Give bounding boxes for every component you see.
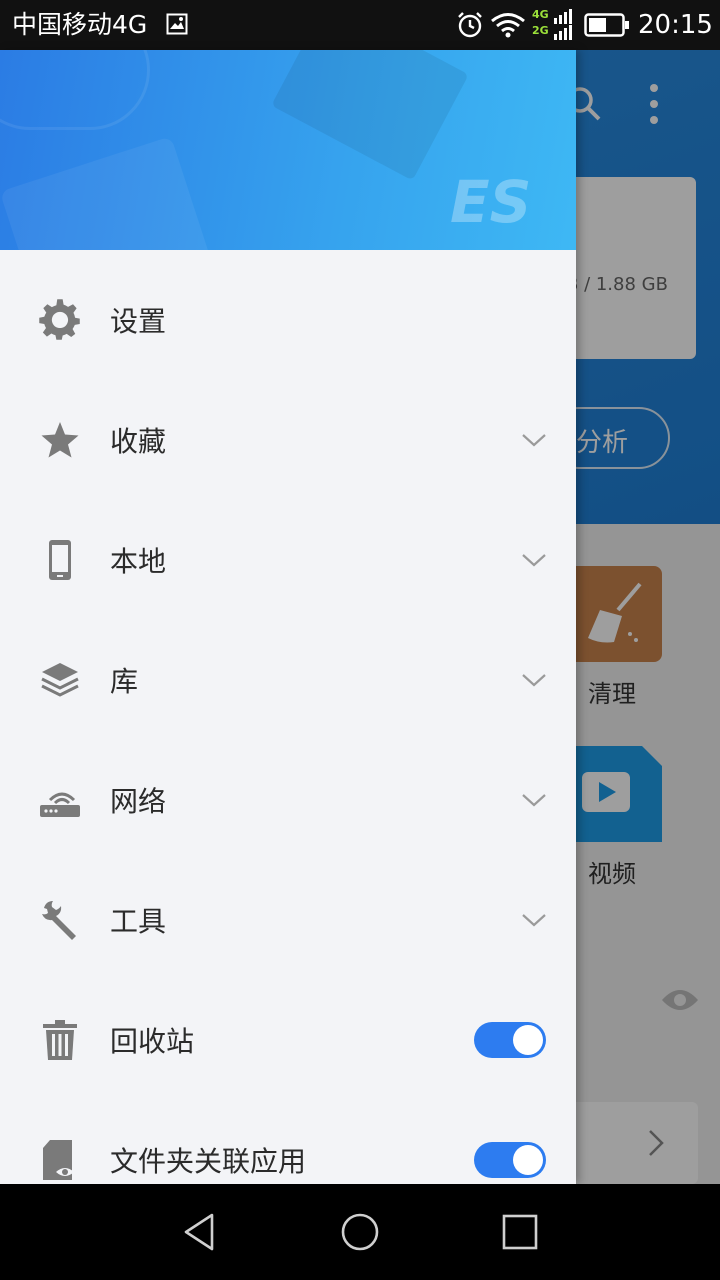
menu-item-label: 本地 [110, 545, 167, 578]
chevron-down-icon[interactable] [520, 791, 548, 809]
header-decoration [0, 50, 150, 130]
chevron-down-icon[interactable] [520, 671, 548, 689]
network-tag-2g: 2G [532, 24, 549, 37]
gear-icon [39, 299, 80, 340]
menu-item-folder-app-association[interactable]: 文件夹关联应用 [0, 1100, 576, 1184]
es-logo: ES [450, 168, 531, 232]
wifi-icon [491, 13, 525, 38]
toggle-knob [513, 1145, 543, 1175]
signal-icon: 4G 2G [532, 8, 572, 40]
back-icon[interactable] [180, 1212, 220, 1252]
clock: 20:15 [638, 10, 713, 40]
menu-item-label: 设置 [110, 305, 167, 338]
image-notification-icon [166, 13, 188, 35]
header-decoration [0, 136, 221, 250]
battery-icon [584, 13, 629, 37]
router-icon [40, 792, 80, 817]
star-icon [41, 422, 79, 458]
menu-item-settings[interactable]: 设置 [0, 260, 576, 380]
menu-item-network[interactable]: 网络 [0, 740, 576, 860]
menu-item-label: 回收站 [110, 1025, 195, 1058]
navigation-drawer: ES 设置 收藏 本地 库 网络 工具 回收站 文件夹关联应用 [0, 50, 576, 1184]
menu-item-library[interactable]: 库 [0, 620, 576, 740]
menu-item-recycle-bin[interactable]: 回收站 [0, 980, 576, 1100]
recycle-bin-toggle[interactable] [474, 1022, 546, 1058]
status-bar: 中国移动4G 4G 2G 20:15 [0, 0, 720, 50]
menu-item-label: 库 [110, 665, 139, 698]
wrench-icon [42, 901, 76, 940]
system-navigation-bar [0, 1184, 720, 1280]
menu-item-label: 收藏 [110, 425, 167, 458]
logo-text: ES [450, 168, 531, 232]
network-tag-4g: 4G [532, 8, 549, 21]
drawer-header: ES [0, 50, 576, 250]
header-decoration [271, 50, 469, 181]
layers-icon [41, 663, 79, 697]
chevron-down-icon[interactable] [520, 911, 548, 929]
menu-item-label: 工具 [110, 905, 167, 938]
home-icon[interactable] [340, 1212, 380, 1252]
menu-item-label: 文件夹关联应用 [110, 1145, 307, 1178]
toggle-knob [513, 1025, 543, 1055]
menu-item-favorites[interactable]: 收藏 [0, 380, 576, 500]
menu-item-local[interactable]: 本地 [0, 500, 576, 620]
menu-item-label: 网络 [110, 785, 167, 818]
trash-icon [43, 1020, 77, 1060]
carrier-name: 中国移动4G [12, 10, 148, 39]
alarm-icon [458, 12, 482, 38]
folder-app-icon [43, 1140, 74, 1180]
folder-app-toggle[interactable] [474, 1142, 546, 1178]
recent-apps-icon[interactable] [500, 1212, 540, 1252]
chevron-down-icon[interactable] [520, 431, 548, 449]
phone-icon [49, 540, 71, 580]
menu-item-tools[interactable]: 工具 [0, 860, 576, 980]
chevron-down-icon[interactable] [520, 551, 548, 569]
